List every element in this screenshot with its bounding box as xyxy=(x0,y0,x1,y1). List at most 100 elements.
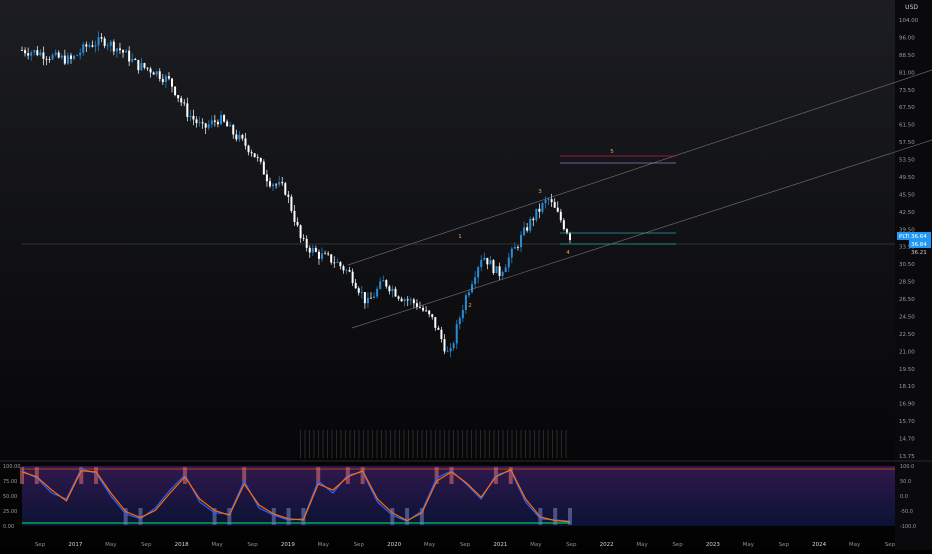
osc-hist-bar xyxy=(20,467,24,484)
candle-body xyxy=(69,55,72,59)
candle-body xyxy=(204,123,207,128)
candle-body xyxy=(284,183,287,195)
candle-body xyxy=(418,307,421,308)
candle-body xyxy=(477,267,480,278)
osc-right-tick: -50.0 xyxy=(900,509,913,515)
volume-bar xyxy=(529,430,531,458)
x-tick-label: Sep xyxy=(672,542,683,548)
y-tick-label: 30.50 xyxy=(899,262,915,268)
volume-bar xyxy=(556,430,558,458)
osc-left-tick: 50.00 xyxy=(3,494,17,500)
volume-bar xyxy=(403,430,405,458)
volume-bar xyxy=(484,430,486,458)
volume-bar xyxy=(385,430,387,458)
volume-bar xyxy=(381,430,382,458)
candle-body xyxy=(550,199,553,203)
candle-body xyxy=(63,55,66,64)
candle-body xyxy=(388,286,391,292)
y-tick-label: 96.00 xyxy=(899,35,915,41)
candle-body xyxy=(232,125,235,135)
x-tick-label: 2023 xyxy=(706,542,720,548)
x-tick-label: Sep xyxy=(247,542,258,548)
candle-body xyxy=(403,299,406,302)
candle-body xyxy=(82,44,85,53)
volume-bar xyxy=(516,430,517,458)
candle-body xyxy=(177,95,180,99)
x-tick-label: 2024 xyxy=(812,542,826,548)
currency-label: USD xyxy=(905,4,918,11)
candle-body xyxy=(137,59,140,71)
candle-body xyxy=(158,71,161,79)
candle-body xyxy=(262,161,265,175)
volume-bar xyxy=(304,430,306,458)
volume-bar xyxy=(354,430,355,458)
candle-body xyxy=(57,52,60,58)
candle-body xyxy=(45,58,48,60)
candle-body xyxy=(155,71,158,75)
candle-body xyxy=(535,208,538,221)
candle-body xyxy=(363,292,366,304)
y-tick-label: 21.00 xyxy=(899,349,915,355)
volume-bar xyxy=(340,430,342,458)
candle-body xyxy=(198,122,201,124)
candle-body xyxy=(330,254,333,263)
candle-body xyxy=(544,199,547,204)
price-chart-svg[interactable]: 1 2 3 4 5 100.00 75.00 50.00 25.00 0.00 100.0 50.0… xyxy=(0,0,932,550)
candle-body xyxy=(66,55,69,64)
wave-label: 4 xyxy=(566,250,570,256)
candle-body xyxy=(238,134,241,140)
x-tick-label: Sep xyxy=(35,542,46,548)
candle-body xyxy=(39,52,42,56)
candle-body xyxy=(122,50,125,53)
volume-bar xyxy=(327,430,328,458)
x-tick-label: Sep xyxy=(885,542,896,548)
chart-root: 1 2 3 4 5 100.00 75.00 50.00 25.00 0.00 100.0 50.0… xyxy=(0,0,932,550)
x-tick-label: 2021 xyxy=(493,542,507,548)
volume-bar xyxy=(538,430,540,458)
candle-body xyxy=(523,227,526,235)
candle-body xyxy=(30,52,33,56)
wave-label: 2 xyxy=(468,303,472,309)
candle-body xyxy=(317,251,320,259)
candle-body xyxy=(562,220,565,230)
candle-body xyxy=(109,41,112,46)
candle-body xyxy=(140,63,143,71)
candle-body xyxy=(146,67,149,69)
candle-body xyxy=(302,238,305,239)
volume-bar xyxy=(448,430,450,458)
candle-body xyxy=(458,318,461,325)
candle-body xyxy=(195,119,198,124)
candle-body xyxy=(106,45,109,47)
y-tick-label: 24.50 xyxy=(899,314,915,320)
x-tick-label: May xyxy=(530,542,542,548)
candle-body xyxy=(73,55,76,59)
candle-body xyxy=(97,37,100,46)
volume-bar xyxy=(412,430,414,458)
candle-body xyxy=(100,37,103,39)
candle-body xyxy=(143,63,146,68)
volume-bar xyxy=(300,430,301,458)
candle-body xyxy=(538,208,541,212)
candle-body xyxy=(27,53,30,56)
candle-body xyxy=(305,238,308,248)
candle-body xyxy=(118,48,121,51)
candle-body xyxy=(48,59,51,60)
volume-bar xyxy=(313,430,315,458)
candle-body xyxy=(189,115,192,117)
volume-bar xyxy=(493,430,495,458)
candle-body xyxy=(391,288,394,292)
candle-body xyxy=(180,98,183,103)
volume-bar xyxy=(309,430,310,458)
y-tick-label: 81.00 xyxy=(899,70,915,76)
volume-bar xyxy=(426,430,427,458)
candle-body xyxy=(186,103,189,117)
candle-body xyxy=(443,339,446,352)
volume-bar xyxy=(322,430,324,458)
candle-body xyxy=(192,115,195,120)
candle-body xyxy=(216,121,219,125)
y-tick-label: 14.70 xyxy=(899,437,915,443)
volume-bar xyxy=(466,430,468,458)
candle-body xyxy=(60,55,63,58)
candle-body xyxy=(115,48,118,52)
candle-body xyxy=(569,233,571,240)
